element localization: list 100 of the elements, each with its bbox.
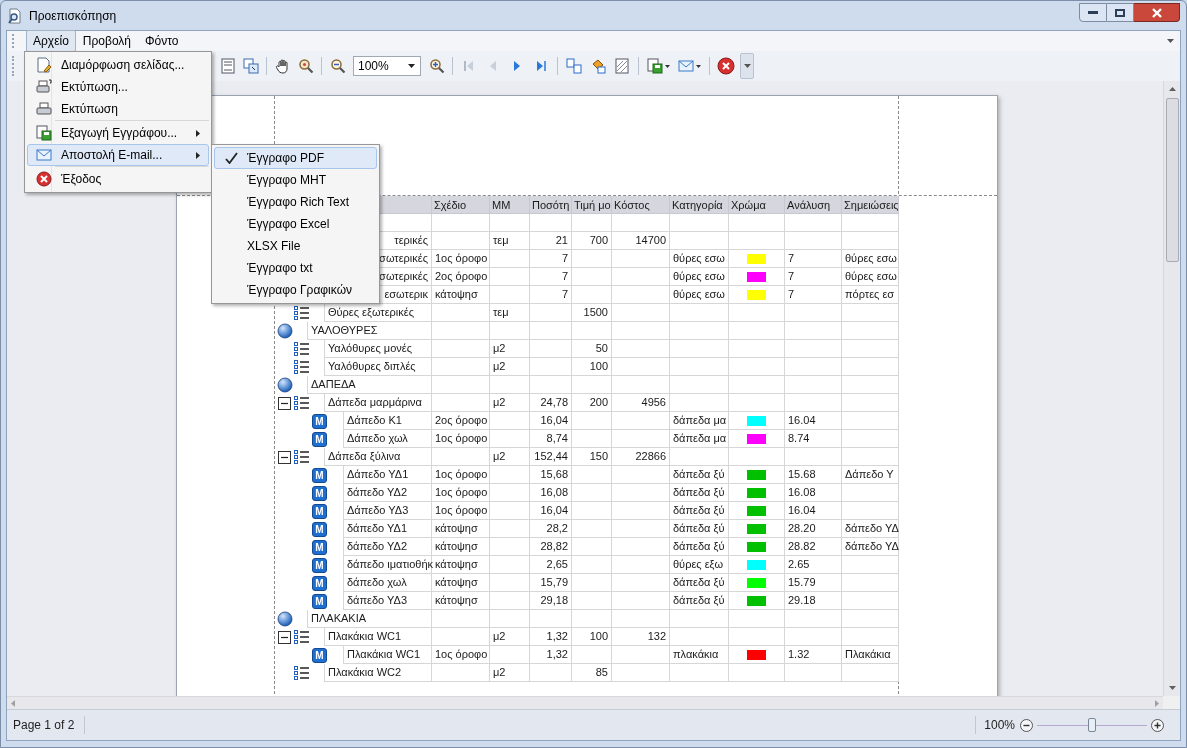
- close-button[interactable]: [1134, 3, 1180, 22]
- menu-item[interactable]: Προβολή: [75, 30, 138, 52]
- table-cell: 150: [572, 448, 612, 466]
- zoom-in-icon[interactable]: [428, 58, 445, 74]
- multi-page-icon[interactable]: [242, 58, 259, 74]
- menu-item[interactable]: Εκτύπωση: [27, 98, 209, 120]
- close-icon[interactable]: [717, 57, 735, 75]
- zoom-out-icon[interactable]: [1020, 718, 1033, 732]
- table-cell: [842, 502, 899, 520]
- minimize-button[interactable]: [1079, 3, 1107, 22]
- table-cell: [612, 412, 670, 430]
- table-cell: [432, 358, 490, 376]
- zoom-slider[interactable]: [1037, 716, 1147, 734]
- submenu-arrow-icon: [196, 151, 200, 159]
- measure-badge: M: [312, 467, 327, 483]
- menu-item[interactable]: Διαμόρφωση σελίδας...: [27, 54, 209, 76]
- menu-item[interactable]: Έγγραφο PDF: [214, 147, 377, 169]
- menu-item[interactable]: Έξοδος: [27, 168, 209, 190]
- caret-icon[interactable]: [696, 64, 701, 68]
- magnifier-icon[interactable]: [297, 58, 314, 74]
- collapse-icon[interactable]: [278, 396, 291, 410]
- table-cell: μ2: [490, 358, 530, 376]
- table-cell: θύρες εσω: [670, 286, 729, 304]
- table-cell: [612, 592, 670, 610]
- scroll-thumb[interactable]: [1165, 98, 1179, 262]
- table-cell: 1ος όροφο: [432, 250, 490, 268]
- caret-icon[interactable]: [408, 64, 415, 68]
- table-cell: [490, 610, 530, 628]
- table-cell: [530, 304, 572, 322]
- menu-item[interactable]: Εξαγωγή Εγγράφου...: [27, 122, 209, 144]
- dropdown-arrow-icon[interactable]: [1167, 39, 1174, 43]
- table-cell: 7: [530, 250, 572, 268]
- table-cell: 2.65: [785, 556, 842, 574]
- zoom-dropdown[interactable]: 100%: [353, 56, 421, 76]
- scroll-down-icon[interactable]: [1168, 686, 1176, 690]
- print-icon: [36, 79, 52, 95]
- list-icon: [294, 666, 309, 680]
- menu-item[interactable]: Αρχείο: [26, 30, 76, 52]
- table-cell: [530, 340, 572, 358]
- preview-icon: [7, 7, 23, 24]
- menu-item[interactable]: Έγγραφο Excel: [214, 213, 377, 235]
- collapse-icon[interactable]: [278, 450, 291, 464]
- name-cell: δάπεδο ΥΔ2: [343, 538, 432, 556]
- column-header: Τιμή μο: [572, 196, 612, 213]
- table-cell: Πλακάκια: [842, 646, 899, 664]
- table-cell: [432, 448, 490, 466]
- table-cell: 16,04: [530, 502, 572, 520]
- list-icon: [294, 342, 309, 356]
- name-cell: ΠΛΑΚΑΚΙΑ: [307, 610, 432, 628]
- vertical-scrollbar[interactable]: [1163, 81, 1180, 696]
- table-cell: [842, 592, 899, 610]
- paint-bucket-icon[interactable]: [590, 58, 606, 74]
- table-cell: [432, 340, 490, 358]
- table-cell: 7: [785, 250, 842, 268]
- table-cell: 7: [785, 268, 842, 286]
- zoom-out-icon[interactable]: [329, 58, 346, 74]
- table-cell: [612, 466, 670, 484]
- table-cell: [572, 538, 612, 556]
- table-cell: [785, 304, 842, 322]
- save-icon[interactable]: [647, 58, 663, 74]
- slider-thumb[interactable]: [1088, 718, 1096, 732]
- table-cell: [612, 484, 670, 502]
- name-cell: Δάπεδο χωλ: [343, 430, 432, 448]
- list-icon: [294, 306, 309, 320]
- name-cell: δάπεδο χωλ: [343, 574, 432, 592]
- table-cell: [842, 322, 899, 340]
- table-cell: [670, 322, 729, 340]
- toolbar-overflow-button[interactable]: [740, 53, 754, 79]
- table-cell: 100: [572, 358, 612, 376]
- zoom-in-icon[interactable]: [1151, 718, 1164, 732]
- hand-icon[interactable]: [274, 58, 291, 74]
- menu-item[interactable]: Έγγραφο Rich Text: [214, 191, 377, 213]
- table-cell: 8.74: [785, 430, 842, 448]
- menu-item[interactable]: Έγγραφο MHT: [214, 169, 377, 191]
- menu-item[interactable]: Αποστολή E-mail...: [27, 144, 209, 166]
- table-cell: δάπεδα ξύ: [670, 502, 729, 520]
- measure-badge: M: [312, 431, 327, 447]
- caret-icon[interactable]: [665, 64, 670, 68]
- envelope-icon: [36, 147, 52, 163]
- table-cell: 700: [572, 232, 612, 250]
- column-header: Κατηγορία: [670, 196, 729, 213]
- watermark-icon[interactable]: [614, 58, 630, 74]
- menu-item[interactable]: Εκτύπωση...: [27, 76, 209, 98]
- table-cell: θύρες εσω: [670, 250, 729, 268]
- table-cell: θύρες εσω: [842, 268, 899, 286]
- table-cell: 1ος όροφο: [432, 502, 490, 520]
- table-cell: [612, 502, 670, 520]
- table-cell: δάπεδα ξύ: [670, 466, 729, 484]
- table-cell: [612, 538, 670, 556]
- column-header: Χρώμα: [729, 196, 785, 213]
- name-cell: Δάπεδα ξύλινα: [324, 448, 432, 466]
- table-cell: [842, 430, 899, 448]
- scroll-up-icon[interactable]: [1168, 87, 1176, 91]
- table-cell: [572, 592, 612, 610]
- table-cell: κάτοψησ: [432, 520, 490, 538]
- table-cell: [842, 340, 899, 358]
- maximize-button[interactable]: [1107, 3, 1134, 22]
- collapse-icon[interactable]: [278, 630, 291, 644]
- menu-item[interactable]: Φόντο: [138, 30, 186, 52]
- table-cell: [785, 610, 842, 628]
